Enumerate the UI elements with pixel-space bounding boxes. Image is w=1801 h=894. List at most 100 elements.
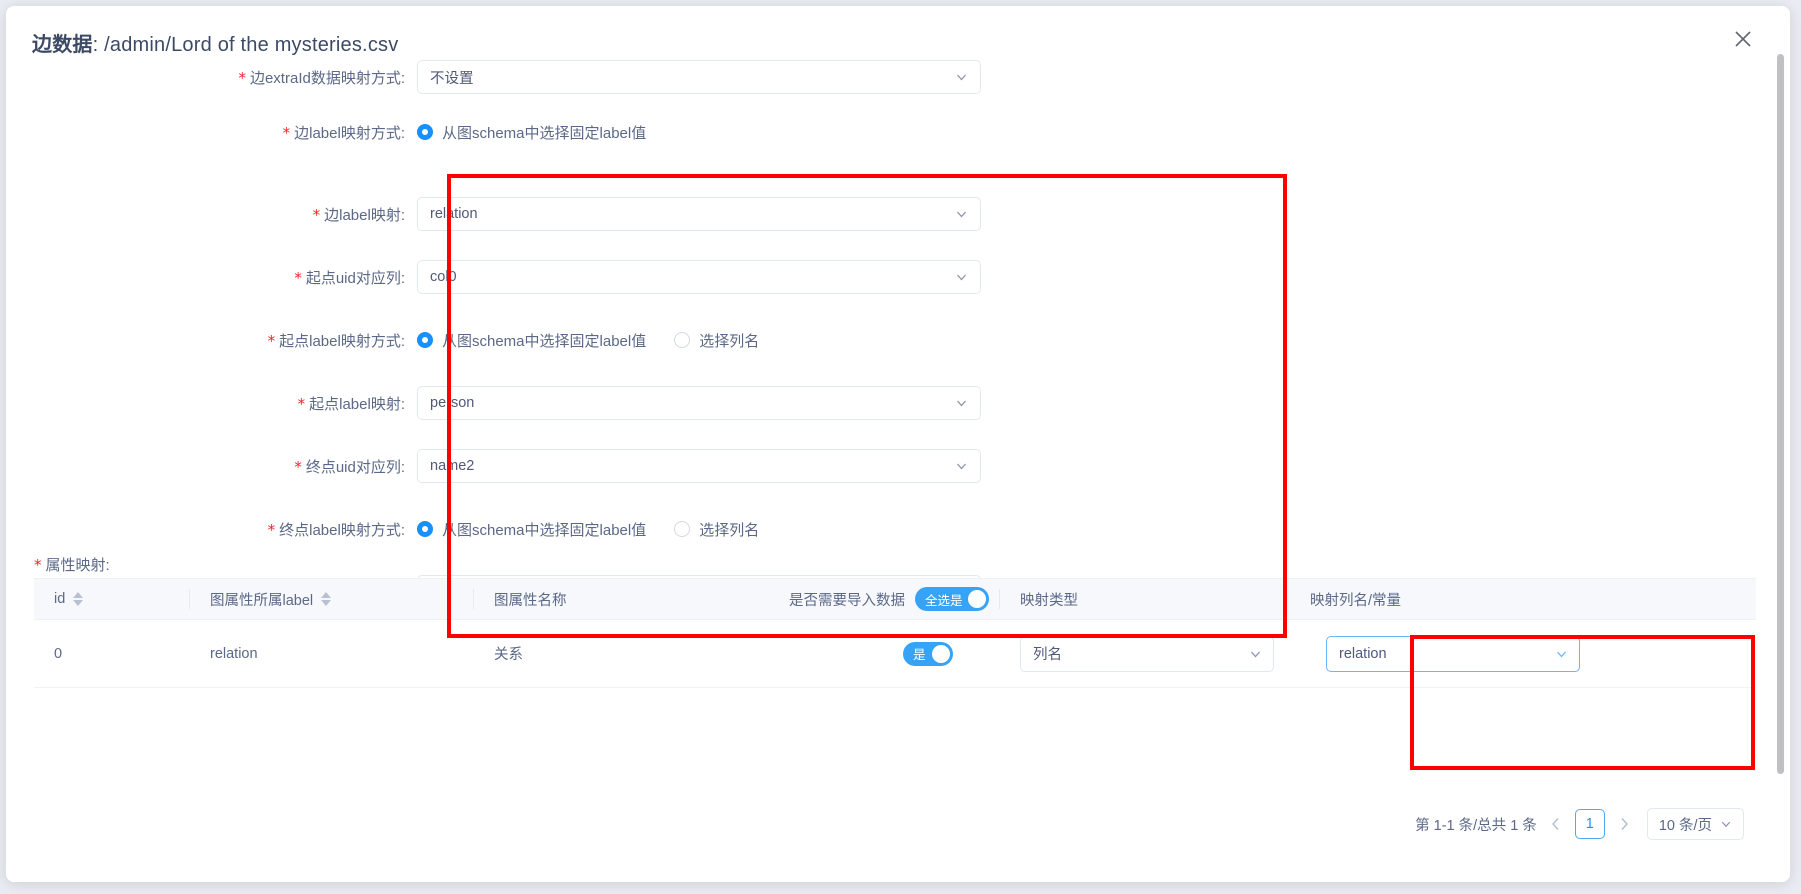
chevron-down-icon <box>955 208 968 221</box>
table-header-graph-attr-name-text: 图属性名称 <box>494 592 567 609</box>
field-edge-label-mapping-label: * 边label映射: <box>197 204 417 225</box>
radio-unselected-icon <box>674 521 691 537</box>
page-size-value: 10 条/页 <box>1658 817 1712 834</box>
radio-edge-label-mode-schema[interactable]: 从图schema中选择固定label值 <box>417 122 646 143</box>
src-label-mapping-select[interactable]: person <box>417 386 981 420</box>
page-size-select[interactable]: 10 条/页 <box>1646 808 1744 840</box>
label-text: 边label映射方式: <box>294 124 405 142</box>
required-asterisk: * <box>312 205 321 224</box>
edge-label-mapping-select[interactable]: relation <box>417 197 981 231</box>
radio-selected-icon <box>417 124 433 140</box>
radio-src-label-mode-schema[interactable]: 从图schema中选择固定label值 <box>417 330 646 351</box>
extra-id-mapping-select[interactable]: 不设置 <box>417 60 981 94</box>
chevron-down-icon <box>955 397 968 410</box>
pagination: 第 1-1 条/总共 1 条 1 10 条/页 <box>1415 808 1744 840</box>
cell-graph-attr-label: relation <box>210 645 258 662</box>
field-dst-uid-column-label: * 终点uid对应列: <box>197 456 417 477</box>
src-uid-column-select[interactable]: col0 <box>417 260 981 294</box>
label-text: 起点uid对应列: <box>305 269 405 287</box>
required-asterisk: * <box>34 556 42 574</box>
required-asterisk: * <box>294 457 302 476</box>
sort-icon[interactable] <box>73 592 84 606</box>
toggle-knob <box>932 644 950 663</box>
page-title-path: : /admin/Lord of the mysteries.csv <box>92 34 399 56</box>
chevron-down-icon <box>955 71 968 84</box>
label-text: 边extraId数据映射方式: <box>249 69 405 87</box>
chevron-right-icon[interactable] <box>1614 810 1634 838</box>
src-uid-column-value: col0 <box>430 269 457 285</box>
table-header-row: id 图属性所属label 图属性名称 是否需要导入数据 全选是 映射类型 映射… <box>34 578 1756 620</box>
edge-label-mode-radio-group: 从图schema中选择固定label值 <box>417 122 646 143</box>
label-text: 起点label映射: <box>309 395 405 413</box>
label-text: 属性映射: <box>45 557 110 574</box>
field-dst-uid-column: * 终点uid对应列: name2 <box>197 449 981 483</box>
required-asterisk: * <box>267 331 276 350</box>
radio-label: 选择列名 <box>699 332 760 350</box>
table-row: 0 relation 关系 是 列名 relation <box>34 620 1756 688</box>
radio-label: 选择列名 <box>699 521 760 539</box>
page-title: 边数据: /admin/Lord of the mysteries.csv <box>32 28 398 57</box>
table-header-need-import-text: 是否需要导入数据 <box>789 592 905 609</box>
map-col-select[interactable]: relation <box>1326 635 1580 672</box>
src-label-mode-radio-group: 从图schema中选择固定label值 选择列名 <box>417 330 759 351</box>
attr-mapping-label: * 属性映射: <box>34 554 110 575</box>
table-header-id-text: id <box>54 591 66 607</box>
dst-uid-column-value: name2 <box>430 458 475 474</box>
field-edge-label-mapping: * 边label映射: relation <box>197 197 981 231</box>
edge-data-dialog: 边数据: /admin/Lord of the mysteries.csv * 边… <box>6 6 1790 882</box>
field-dst-label-mode: * 终点label映射方式: 从图schema中选择固定label值 选择列名 <box>197 513 760 545</box>
select-all-toggle[interactable]: 全选是 <box>915 587 989 611</box>
field-extra-id-mapping-label: * 边extraId数据映射方式: <box>197 67 417 88</box>
radio-label: 从图schema中选择固定label值 <box>442 521 647 539</box>
screen: 边数据: /admin/Lord of the mysteries.csv * 边… <box>0 0 1801 894</box>
attr-mapping-table: id 图属性所属label 图属性名称 是否需要导入数据 全选是 映射类型 映射… <box>34 578 1756 688</box>
toggle-knob <box>967 590 986 608</box>
map-type-value: 列名 <box>1033 647 1062 663</box>
field-src-uid-column-label: * 起点uid对应列: <box>197 267 417 288</box>
chevron-down-icon <box>1249 647 1262 660</box>
field-src-label-mode: * 起点label映射方式: 从图schema中选择固定label值 选择列名 <box>197 324 760 356</box>
field-src-label-mapping: * 起点label映射: person <box>197 386 981 420</box>
edge-label-mapping-value: relation <box>430 206 478 222</box>
map-type-select[interactable]: 列名 <box>1020 635 1274 672</box>
pagination-page-1[interactable]: 1 <box>1574 809 1605 839</box>
field-edge-label-mode: * 边label映射方式: 从图schema中选择固定label值 <box>197 116 647 148</box>
radio-label: 从图schema中选择固定label值 <box>442 124 647 142</box>
table-header-map-type-text: 映射类型 <box>1020 592 1078 609</box>
radio-selected-icon <box>417 332 433 348</box>
extra-id-mapping-value: 不设置 <box>430 70 474 87</box>
table-header-id: id <box>34 591 189 607</box>
radio-src-label-mode-column[interactable]: 选择列名 <box>674 330 759 351</box>
field-edge-label-mode-label: * 边label映射方式: <box>197 122 417 143</box>
radio-selected-icon <box>417 521 433 537</box>
radio-dst-label-mode-column[interactable]: 选择列名 <box>674 519 759 540</box>
dst-uid-column-select[interactable]: name2 <box>417 449 981 483</box>
table-header-map-col-text: 映射列名/常量 <box>1310 592 1402 609</box>
field-src-label-mode-label: * 起点label映射方式: <box>197 330 417 351</box>
src-label-mapping-value: person <box>430 395 475 411</box>
close-icon[interactable] <box>1728 24 1758 54</box>
vertical-scrollbar-thumb[interactable] <box>1777 54 1784 774</box>
label-text: 起点label映射方式: <box>279 332 405 350</box>
required-asterisk: * <box>238 68 246 87</box>
pagination-summary: 第 1-1 条/总共 1 条 <box>1415 817 1537 834</box>
sort-icon[interactable] <box>321 592 332 606</box>
cell-map-col: relation <box>1290 635 1620 672</box>
table-header-graph-attr-label-text: 图属性所属label <box>210 592 314 609</box>
required-asterisk: * <box>267 520 276 539</box>
field-src-uid-column: * 起点uid对应列: col0 <box>197 260 981 294</box>
label-text: 边label映射: <box>324 206 405 224</box>
field-src-label-mapping-label: * 起点label映射: <box>197 393 417 414</box>
cell-graph-attr-name: 关系 <box>494 647 523 663</box>
table-header-graph-attr-label: 图属性所属label <box>190 589 473 610</box>
chevron-down-icon <box>1720 818 1732 830</box>
radio-dst-label-mode-schema[interactable]: 从图schema中选择固定label值 <box>417 519 646 540</box>
chevron-down-icon <box>1555 647 1568 660</box>
chevron-left-icon[interactable] <box>1546 810 1566 838</box>
label-text: 终点uid对应列: <box>305 458 405 476</box>
chevron-down-icon <box>955 460 968 473</box>
row-import-toggle[interactable]: 是 <box>903 641 953 666</box>
field-dst-label-mode-label: * 终点label映射方式: <box>197 519 417 540</box>
required-asterisk: * <box>294 268 302 287</box>
cell-id: 0 <box>54 645 63 662</box>
